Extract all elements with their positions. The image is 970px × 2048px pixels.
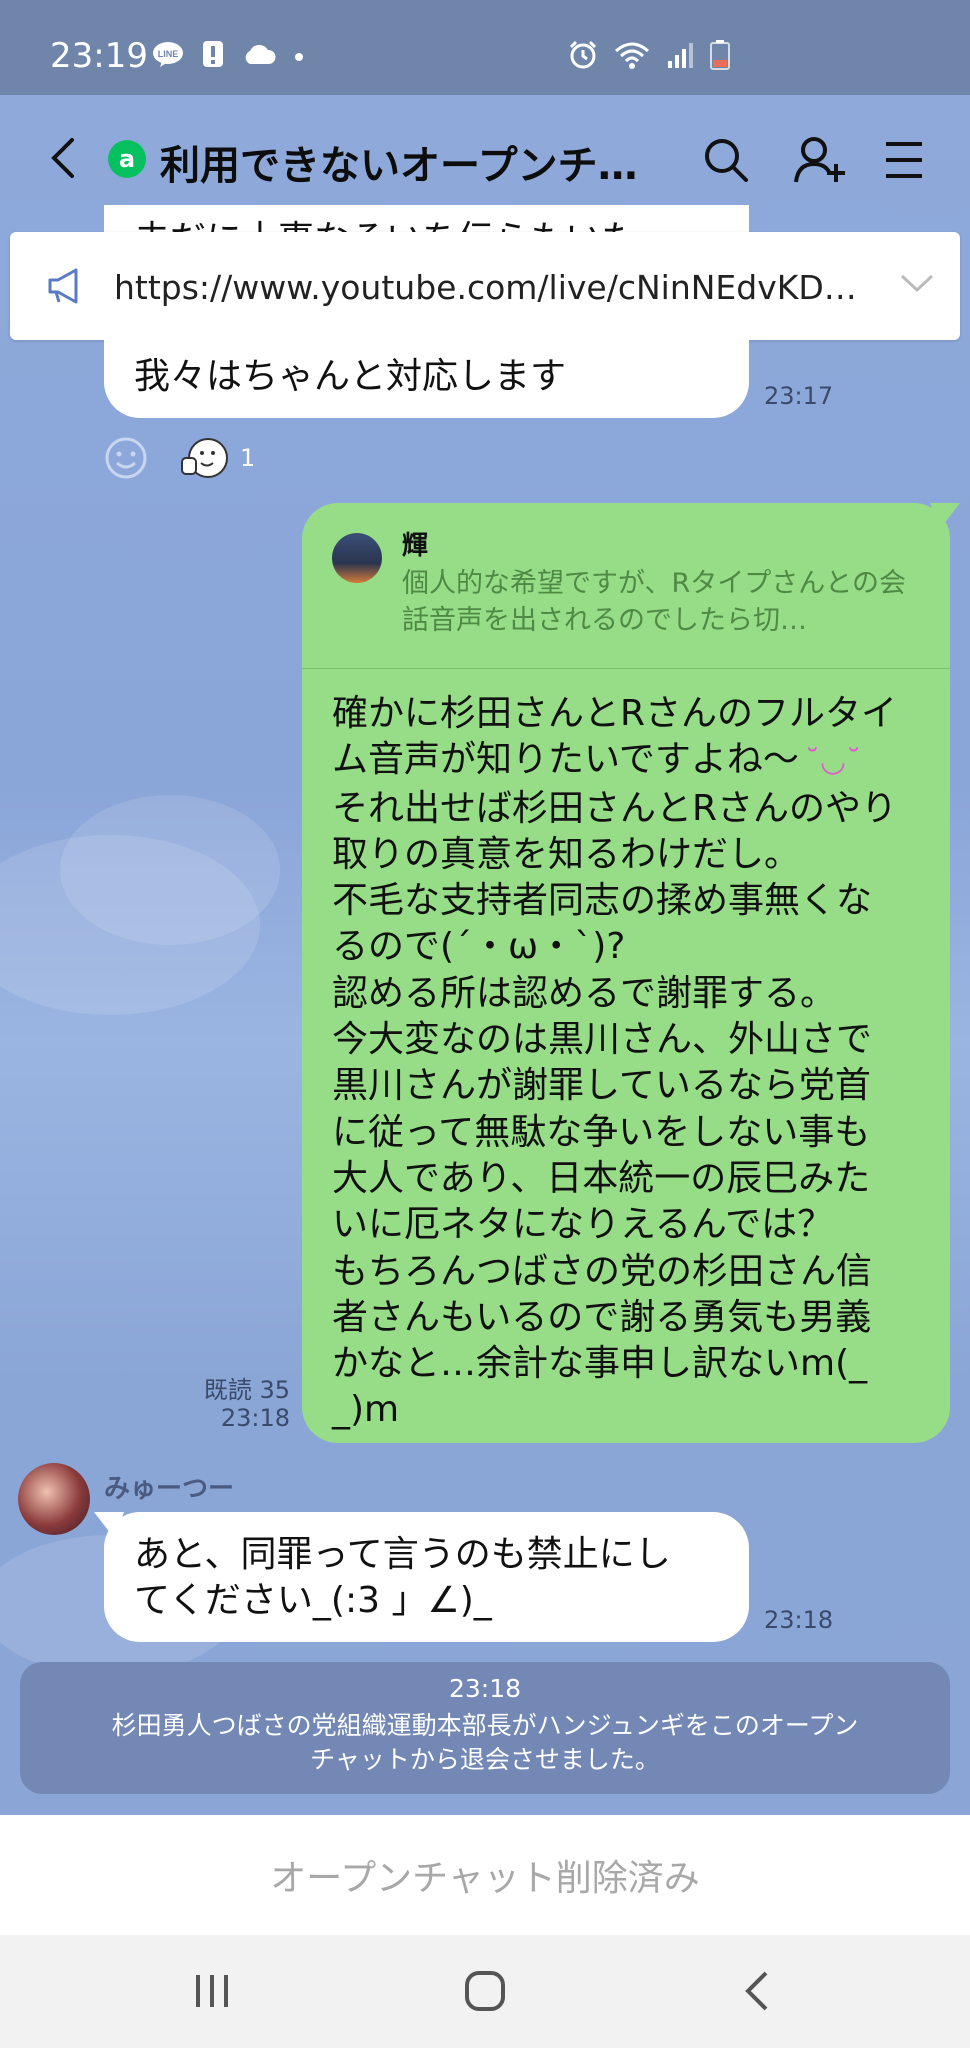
message-line-text: ム音声が知りたいですよね〜 (332, 739, 799, 781)
wifi-icon (614, 41, 650, 73)
status-bar: 23:19 LINE (0, 0, 970, 95)
message-line: いに厄ネタになりえるんでは？ (332, 1204, 834, 1246)
thumbs-up-reaction-icon[interactable] (180, 436, 232, 484)
deleted-label: オープンチャット削除済み (270, 1858, 700, 1899)
megaphone-icon (46, 266, 86, 310)
line-notification-icon: LINE (152, 41, 184, 71)
message-text: 我々はちゃんと対応します (134, 356, 567, 397)
back-icon[interactable] (48, 136, 78, 180)
status-icons-right (568, 40, 730, 74)
status-icons-left: LINE (152, 40, 304, 72)
sender-name: みゅーつー (104, 1474, 235, 1504)
alarm-icon (568, 40, 598, 74)
message-line: ム音声が知りたいですよね〜 ˘◡˘ (332, 737, 932, 785)
home-icon[interactable] (463, 1969, 507, 2017)
message-line: てください_(:3 」∠)_ (134, 1580, 492, 1621)
message-line: 認める所は認めるで謝罪する。 (332, 972, 837, 1014)
system-message: 23:18 杉田勇人つばさの党組織運動本部長がハンジュンギをこのオープン チャッ… (20, 1662, 950, 1794)
message-line: 大人であり、日本統一の辰巳みた (332, 1157, 871, 1199)
reply-avatar (332, 533, 382, 583)
deleted-openchat-bar: オープンチャット削除済み (0, 1815, 970, 1935)
status-time: 23:19 (50, 36, 148, 76)
signal-icon (666, 41, 694, 73)
system-time: 23:18 (448, 1674, 522, 1703)
read-count: 既読 35 (203, 1376, 290, 1404)
message-time: 23:18 (220, 1404, 290, 1432)
avatar[interactable] (18, 1463, 90, 1535)
message-line: あと、同罪って言うのも禁止にし (134, 1534, 671, 1575)
message-line: 今大変なのは黒川さん、外山さで (332, 1019, 873, 1061)
chevron-down-icon[interactable] (900, 272, 934, 298)
message-time: 23:18 (764, 1606, 834, 1634)
message-bubble[interactable]: 我々はちゃんと対応します (104, 330, 749, 418)
message-time: 23:17 (764, 382, 834, 410)
message-line: 取りの真意を知るわけだし。 (332, 833, 801, 875)
smile-emoji: ˘◡˘ (804, 744, 862, 780)
message-line: 不毛な支持者同志の揉め事無くな (332, 880, 873, 922)
openchat-badge: a (108, 140, 146, 178)
message-line: かなと…余計な事申し訳ないm(_ (332, 1343, 868, 1385)
recent-apps-icon[interactable] (192, 1971, 232, 2015)
cloud-icon (242, 43, 276, 69)
message-line: るので(´・ω・`)? (332, 926, 626, 968)
own-message-bubble[interactable]: 輝 個人的な希望ですが、Rタイプさんとの会話音声を出されるのでしたら切… 確かに… (302, 503, 960, 1443)
system-line: 杉田勇人つばさの党組織運動本部長がハンジュンギをこのオープン (111, 1711, 859, 1740)
announcement-text[interactable]: https://www.youtube.com/live/cNinNEdvKD… (114, 268, 864, 307)
own-message-text: 確かに杉田さんとRさんのフルタイ ム音声が知りたいですよね〜 ˘◡˘ それ出せば杉… (332, 691, 932, 1434)
dot-icon (294, 47, 304, 66)
message-line: 者さんもいるので謝る勇気も男義 (332, 1296, 872, 1338)
reaction-count: 1 (240, 444, 256, 472)
message-bubble[interactable]: あと、同罪って言うのも禁止にし てください_(:3 」∠)_ (94, 1512, 749, 1642)
system-nav-bar (0, 1935, 970, 2048)
message-text: あと、同罪って言うのも禁止にし てください_(:3 」∠)_ (134, 1532, 671, 1624)
message-line: もちろんつばさの党の杉田さん信 (332, 1250, 873, 1292)
message-line: _)m (332, 1389, 400, 1431)
add-reaction-icon[interactable] (104, 436, 148, 484)
back-nav-icon[interactable] (742, 1969, 772, 2017)
reply-preview-text: 個人的な希望ですが、Rタイプさんとの会話音声を出されるのでしたら切… (402, 568, 906, 636)
announcement-bar[interactable]: https://www.youtube.com/live/cNinNEdvKD… (10, 232, 960, 340)
message-line: 黒川さんが謝罪しているなら党首 (332, 1065, 871, 1107)
message-line: に従って無駄な争いをしない事も (332, 1111, 871, 1153)
search-icon[interactable] (700, 134, 752, 186)
reply-preview[interactable]: 輝 個人的な希望ですが、Rタイプさんとの会話音声を出されるのでしたら切… (302, 503, 950, 669)
reply-sender-name: 輝 (402, 531, 429, 561)
system-line: チャットから退会させました。 (310, 1745, 660, 1774)
message-line: 確かに杉田さんとRさんのフルタイ (332, 693, 898, 734)
battery-low-icon (710, 40, 730, 74)
alert-icon (202, 40, 224, 72)
bubble-tail (94, 1512, 124, 1538)
chat-title[interactable]: 利用できないオープンチ… (160, 133, 660, 191)
add-friend-icon[interactable] (792, 134, 845, 186)
message-line: それ出せば杉田さんとRさんのやり (332, 787, 898, 829)
svg-text:LINE: LINE (158, 49, 179, 59)
background-cloud (60, 795, 280, 945)
menu-icon[interactable] (882, 134, 934, 186)
